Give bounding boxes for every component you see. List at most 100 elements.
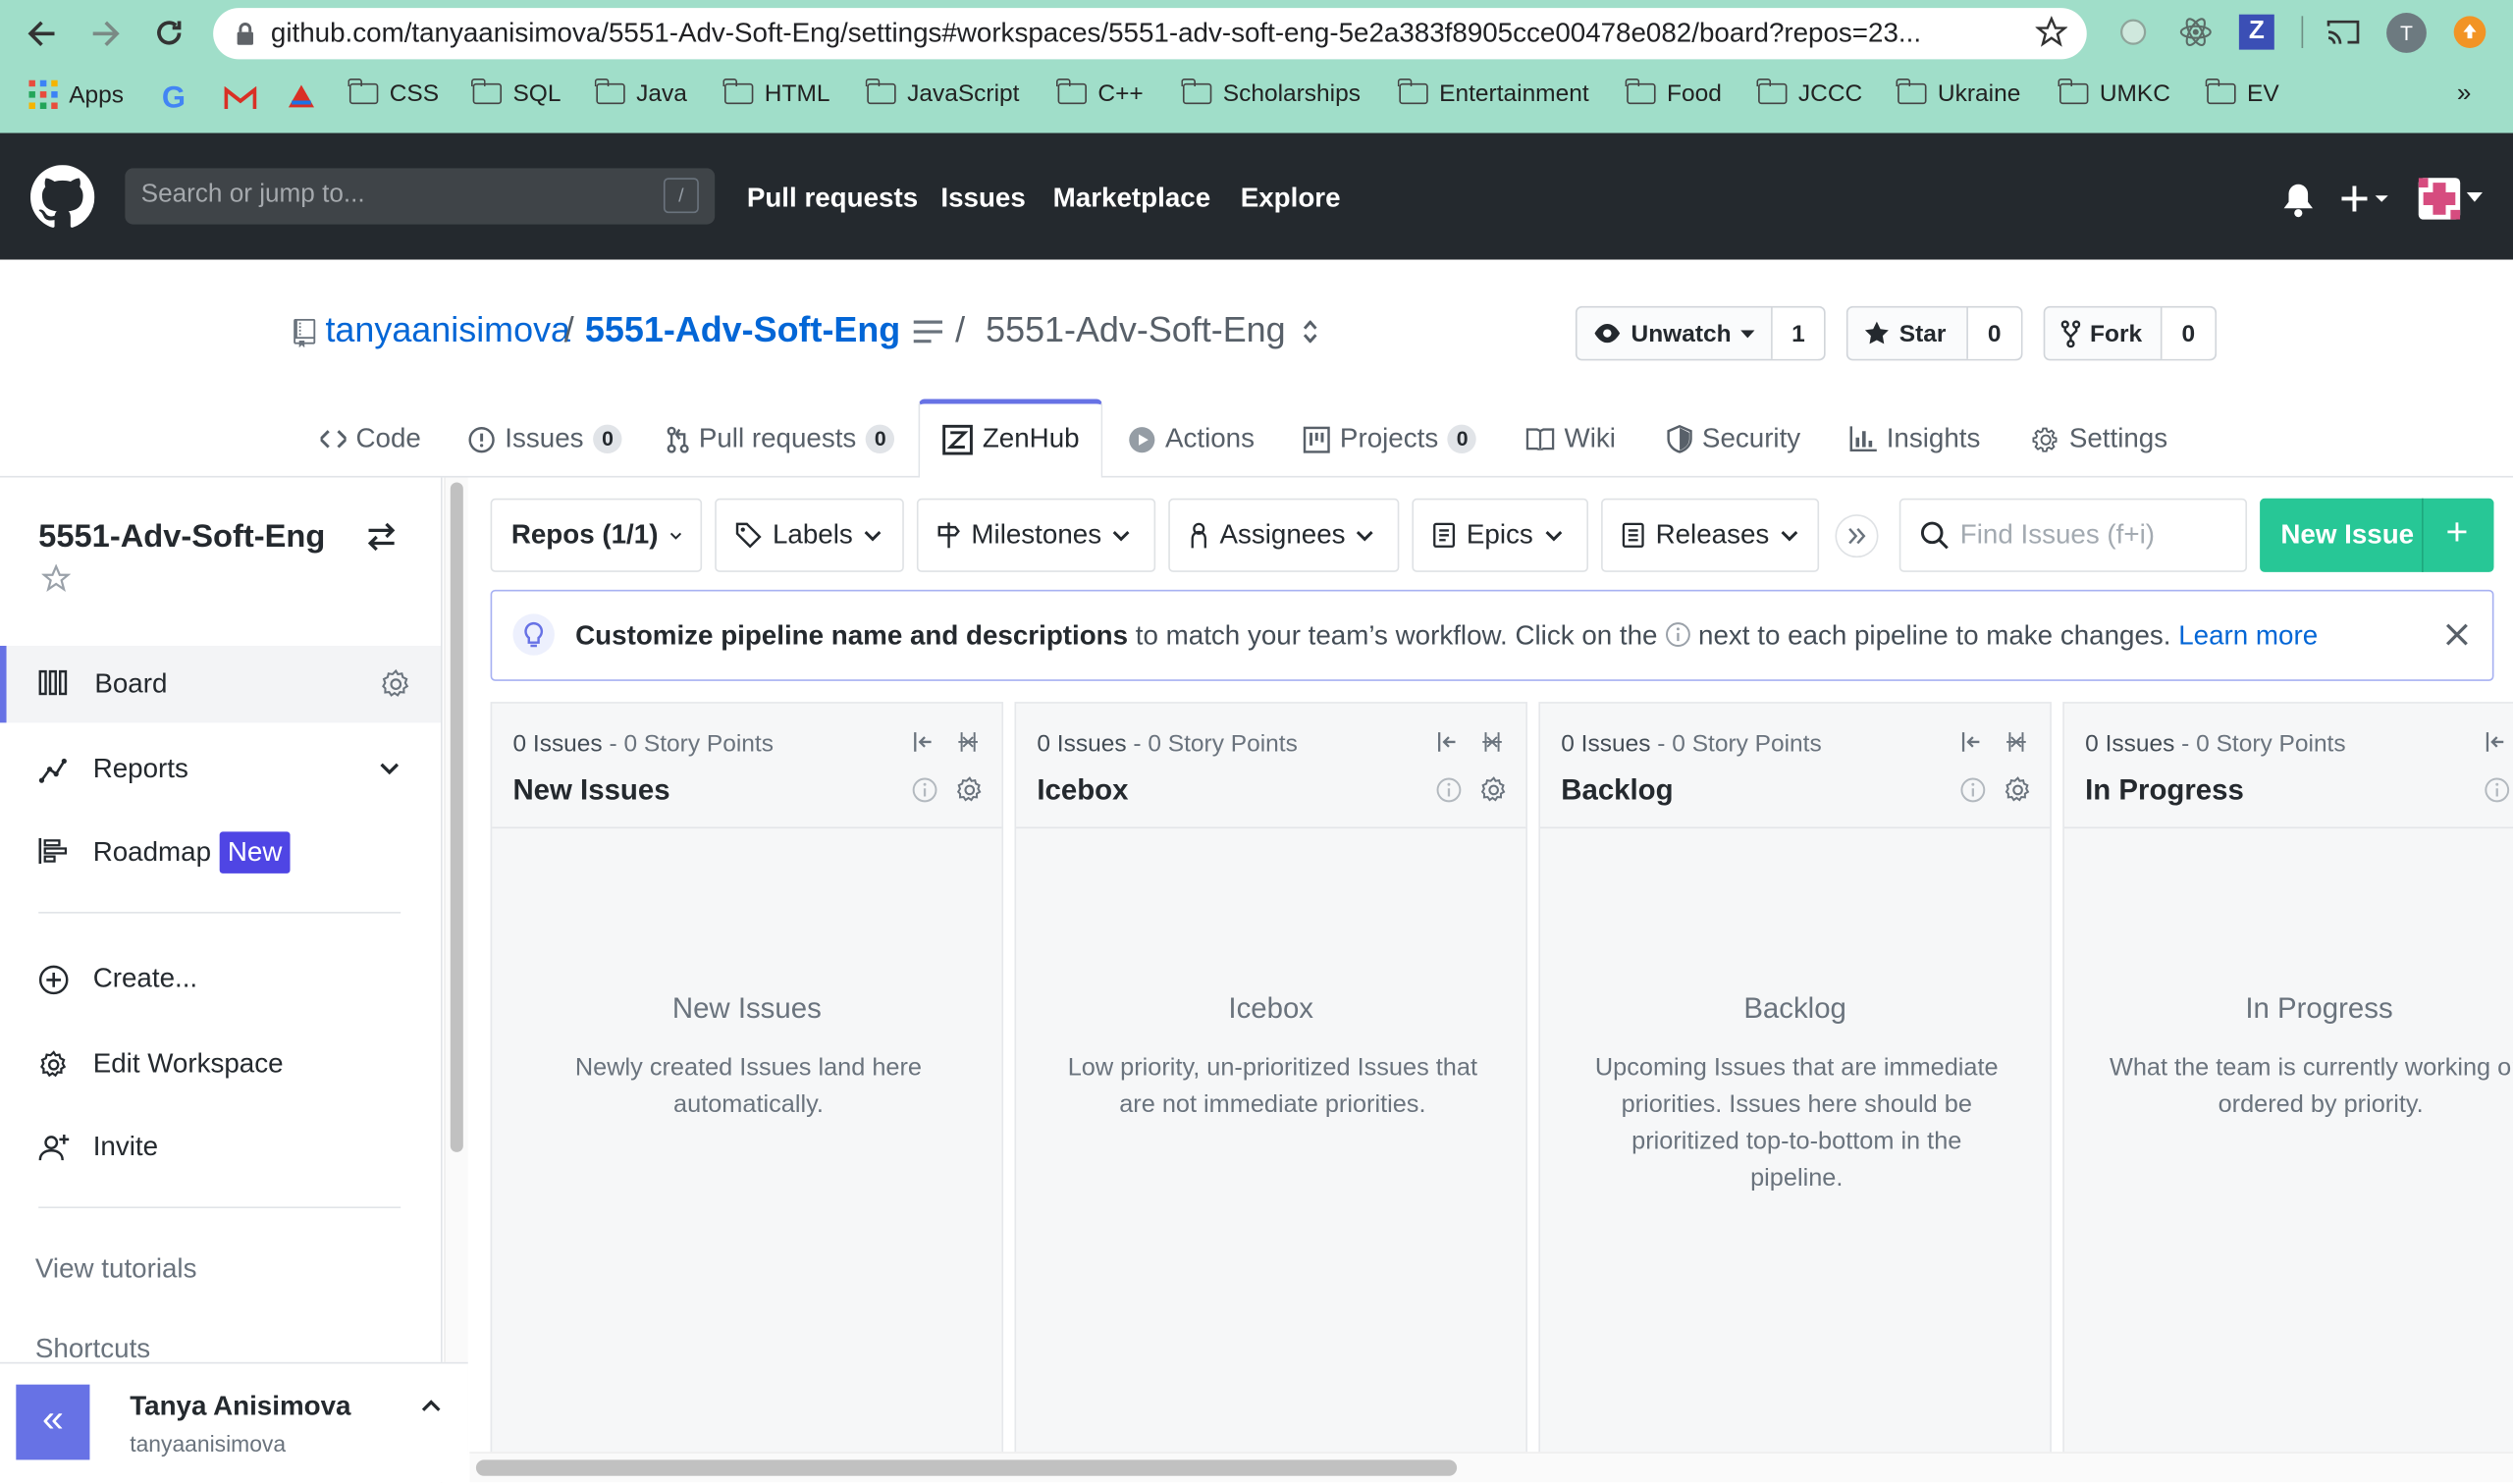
tab-security[interactable]: Security xyxy=(1667,423,1800,455)
compact-view-icon[interactable] xyxy=(957,731,980,754)
zenhub-extension-icon[interactable]: Z xyxy=(2238,14,2274,50)
board-settings-gear-icon[interactable] xyxy=(380,668,412,701)
labels-filter[interactable]: Labels xyxy=(715,498,904,572)
sidebar-item-edit-workspace[interactable]: Edit Workspace xyxy=(0,1026,441,1102)
pipeline-info-icon[interactable] xyxy=(1436,777,1462,803)
repo-owner-link[interactable]: tanyaanisimova xyxy=(325,309,570,350)
extension-moon-icon[interactable] xyxy=(2115,15,2151,50)
bookmark-star-icon[interactable] xyxy=(2035,16,2068,48)
react-devtools-icon[interactable] xyxy=(2178,15,2214,50)
epics-filter[interactable]: Epics xyxy=(1412,498,1589,572)
nav-explore[interactable]: Explore xyxy=(1241,183,1341,215)
watch-count[interactable]: 1 xyxy=(1772,307,1825,359)
bookmark-folder[interactable]: EV xyxy=(2206,79,2279,107)
repos-filter[interactable]: Repos (1/1) xyxy=(490,498,703,572)
bookmark-folder[interactable]: C++ xyxy=(1056,79,1144,107)
profile-avatar[interactable]: T xyxy=(2386,13,2427,53)
compact-view-icon[interactable] xyxy=(2005,731,2028,754)
tab-zenhub[interactable]: ZenHub xyxy=(942,423,1080,455)
pipeline-settings-gear-icon[interactable] xyxy=(1479,775,1508,804)
pipeline-settings-gear-icon[interactable] xyxy=(2004,775,2032,804)
sidebar-item-invite[interactable]: Invite xyxy=(0,1109,441,1186)
repo-name-link[interactable]: 5551-Adv-Soft-Eng xyxy=(585,309,900,350)
fork-button[interactable]: Fork 0 xyxy=(2043,305,2218,361)
pipeline-info-icon[interactable] xyxy=(912,777,937,803)
collapse-left-icon[interactable] xyxy=(912,731,935,754)
bookmark-folder[interactable]: Ukraine xyxy=(1897,79,2020,107)
assignees-filter[interactable]: Assignees xyxy=(1168,498,1400,572)
tab-settings[interactable]: Settings xyxy=(2032,423,2167,455)
close-icon[interactable] xyxy=(2445,623,2469,646)
new-issue-button[interactable]: New Issue + xyxy=(2260,498,2494,572)
unwatch-button[interactable]: Unwatch 1 xyxy=(1575,305,1826,361)
drive-bookmark-icon[interactable] xyxy=(287,83,315,109)
bookmark-folder[interactable]: JCCC xyxy=(1757,79,1862,107)
favorite-star-icon[interactable] xyxy=(41,563,71,593)
switch-workspace-icon[interactable] xyxy=(365,522,398,552)
tab-code[interactable]: Code xyxy=(320,423,421,455)
bookmark-apps[interactable]: Apps xyxy=(28,80,124,110)
bookmark-folder[interactable]: Scholarships xyxy=(1181,79,1361,107)
tab-insights[interactable]: Insights xyxy=(1849,423,1980,455)
update-icon[interactable] xyxy=(2453,16,2486,48)
releases-filter[interactable]: Releases xyxy=(1601,498,1820,572)
scrollbar-thumb[interactable] xyxy=(475,1459,1458,1476)
milestones-filter[interactable]: Milestones xyxy=(916,498,1156,572)
notifications-bell-icon[interactable] xyxy=(2282,183,2315,218)
collapse-sidebar-button[interactable]: « xyxy=(16,1384,90,1460)
more-filters-button[interactable] xyxy=(1835,514,1879,558)
bookmark-folder[interactable]: CSS xyxy=(348,79,439,107)
switcher-sort-icon[interactable] xyxy=(1303,320,1317,344)
tab-projects[interactable]: Projects 0 xyxy=(1303,423,1477,455)
tab-actions[interactable]: Actions xyxy=(1128,423,1255,455)
sidebar-scrollbar[interactable] xyxy=(444,477,468,1456)
global-search-input[interactable]: Search or jump to... / xyxy=(125,168,716,225)
scrollbar-thumb[interactable] xyxy=(450,482,463,1152)
collapse-left-icon[interactable] xyxy=(1960,731,1983,754)
tab-pull-requests[interactable]: Pull requests 0 xyxy=(667,423,895,455)
back-icon[interactable] xyxy=(26,18,58,50)
pipeline-info-icon[interactable] xyxy=(1960,777,1986,803)
user-avatar[interactable] xyxy=(2418,178,2461,220)
learn-more-link[interactable]: Learn more xyxy=(2178,620,2318,651)
chevron-up-icon[interactable] xyxy=(421,1399,441,1411)
avatar-caret-icon[interactable] xyxy=(2466,191,2484,202)
create-new-plus-icon[interactable] xyxy=(2341,186,2392,212)
board-horizontal-scrollbar[interactable] xyxy=(469,1452,2513,1483)
reload-icon[interactable] xyxy=(152,16,186,49)
collapse-left-icon[interactable] xyxy=(1436,731,1459,754)
pipeline-settings-gear-icon[interactable] xyxy=(955,775,984,804)
view-tutorials-link[interactable]: View tutorials xyxy=(35,1253,197,1286)
star-count[interactable]: 0 xyxy=(1967,307,2021,359)
pipeline-info-icon[interactable] xyxy=(2485,777,2510,803)
star-button[interactable]: Star 0 xyxy=(1845,305,2023,361)
tab-wiki[interactable]: Wiki xyxy=(1525,423,1616,455)
address-bar[interactable]: github.com/tanyaanisimova/5551-Adv-Soft-… xyxy=(213,8,2087,60)
bookmark-folder[interactable]: JavaScript xyxy=(866,79,1019,107)
chevron-down-icon[interactable] xyxy=(380,763,400,775)
bookmark-folder[interactable]: Java xyxy=(595,79,687,107)
workspace-switcher[interactable]: 5551-Adv-Soft-Eng xyxy=(986,309,1285,350)
collapse-left-icon[interactable] xyxy=(2485,731,2507,754)
forward-icon[interactable] xyxy=(89,18,122,50)
sidebar-item-roadmap[interactable]: Roadmap New xyxy=(0,814,441,890)
new-issue-plus[interactable]: + xyxy=(2446,511,2469,556)
fork-count[interactable]: 0 xyxy=(2162,307,2216,359)
gmail-bookmark-icon[interactable] xyxy=(224,86,257,110)
nav-pull-requests[interactable]: Pull requests xyxy=(747,183,918,215)
bookmark-folder[interactable]: HTML xyxy=(723,79,829,107)
tab-issues[interactable]: Issues 0 xyxy=(468,423,622,455)
bookmark-folder[interactable]: UMKC xyxy=(2059,79,2170,107)
bookmark-folder[interactable]: Entertainment xyxy=(1398,79,1589,107)
sidebar-item-create[interactable]: Create... xyxy=(0,940,441,1017)
bookmark-folder[interactable]: SQL xyxy=(471,79,561,107)
cast-icon[interactable] xyxy=(2326,16,2361,48)
sidebar-item-reports[interactable]: Reports xyxy=(0,731,441,808)
github-logo-icon[interactable] xyxy=(30,165,95,229)
google-bookmark-icon[interactable]: G xyxy=(162,81,186,117)
bookmark-folder[interactable]: Food xyxy=(1626,79,1722,107)
bookmarks-overflow[interactable]: » xyxy=(2457,80,2472,109)
sidebar-item-board[interactable]: Board xyxy=(0,645,441,723)
compact-view-icon[interactable] xyxy=(1481,731,1504,754)
find-issues-input[interactable]: Find Issues (f+i) xyxy=(1898,498,2248,572)
